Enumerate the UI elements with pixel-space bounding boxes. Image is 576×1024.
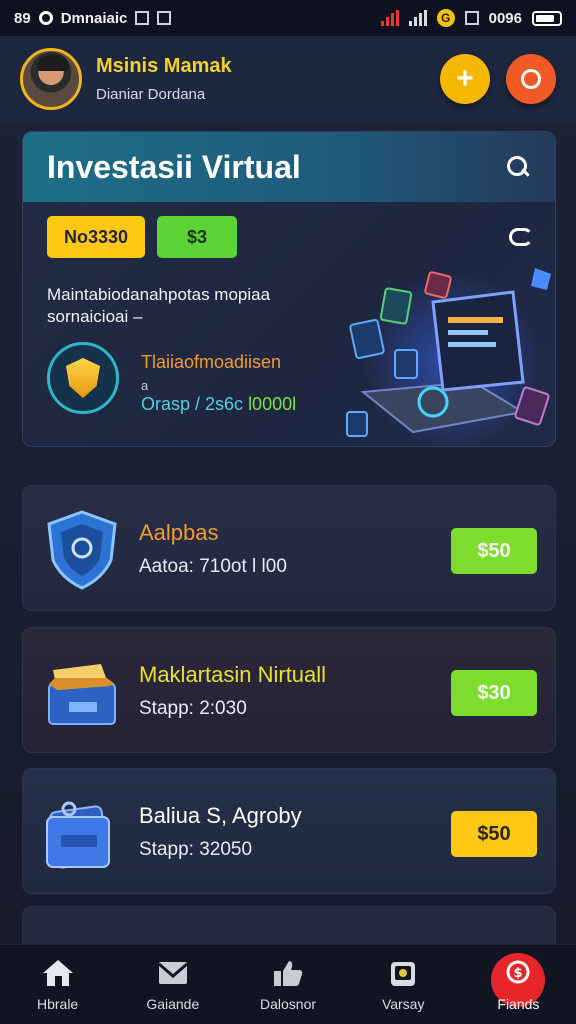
mail-icon [157, 961, 188, 984]
record-button[interactable] [506, 54, 556, 104]
notification-icon [135, 11, 150, 25]
coin-icon: G [436, 9, 455, 27]
wifi-icon [408, 10, 427, 26]
shield-badge-icon [47, 342, 119, 414]
list-item[interactable]: Aalpbas Aatoa: 710ot l l00 $50 [22, 485, 556, 611]
shield-icon [47, 510, 117, 590]
price-button[interactable]: $30 [451, 670, 537, 716]
avatar[interactable] [20, 48, 82, 110]
list-item[interactable]: Maklartasin Nirtuall Stapp: 2:030 $30 [22, 627, 556, 753]
sim-icon [464, 11, 479, 25]
home-icon [42, 959, 73, 986]
badge-line-text: Orasp / 2s6c [141, 394, 244, 414]
box-icon [48, 664, 116, 725]
badge-highlight: l0000l [248, 394, 297, 414]
list-item[interactable]: Baliua S, Agroby Stapp: 32050 $50 [22, 768, 556, 894]
item-meta: Stapp: 2:030 [139, 698, 247, 719]
wallet-icon [391, 961, 416, 986]
nav-item-likes[interactable]: Dalosnor [230, 945, 345, 1024]
user-info: Msinis Mamak Dianiar Dordana [96, 55, 232, 103]
app-header: Msinis Mamak Dianiar Dordana + [0, 36, 576, 122]
hero-header: Investasii Virtual [23, 132, 555, 202]
dollar-icon: $ [506, 960, 530, 983]
nav-label: Gaiande [146, 995, 200, 1012]
signal-icon [380, 10, 399, 26]
hero-description-line2: sornaicioai – [47, 307, 143, 326]
tag-green[interactable]: $3 [157, 216, 237, 258]
add-button[interactable]: + [440, 54, 490, 104]
bottom-nav: Hbrale Gaiande Dalosnor Varsay $ Fiands [0, 944, 576, 1024]
nav-item-home[interactable]: Hbrale [0, 945, 115, 1024]
item-meta: Stapp: 32050 [139, 839, 253, 860]
battery-icon [532, 10, 562, 26]
hero-title: Investasii Virtual [47, 148, 301, 185]
circle-icon [521, 69, 541, 89]
thumbs-up-icon [274, 960, 303, 986]
hero-description-line1: Maintabiodanahpotas mopiaa [47, 285, 271, 304]
badge-subtitle: a [141, 378, 149, 393]
item-title: Baliua S, Agroby [139, 803, 302, 828]
nav-item-wallet[interactable]: Varsay [346, 945, 461, 1024]
item-title: Maklartasin Nirtuall [139, 662, 327, 687]
mail-status-icon [157, 11, 172, 25]
laptop-illustration-icon [346, 268, 551, 446]
tag-yellow[interactable]: No3330 [47, 216, 145, 258]
record-icon [38, 11, 53, 25]
ticket-icon [46, 801, 110, 869]
hero-tags: No3330 $3 [47, 216, 237, 258]
nav-label: Fiands [497, 995, 540, 1012]
nav-item-funds[interactable]: $ Fiands [461, 945, 576, 1024]
badge-line: Orasp / 2s6c l0000l [141, 394, 296, 415]
user-subtitle: Dianiar Dordana [96, 86, 206, 103]
cloud-icon[interactable] [509, 228, 533, 246]
status-clock: 0096 [488, 9, 522, 27]
search-icon[interactable] [505, 154, 531, 180]
hero-description: Maintabiodanahpotas mopiaa sornaicioai – [47, 284, 327, 328]
price-button[interactable]: $50 [451, 811, 537, 857]
nav-item-mail[interactable]: Gaiande [115, 945, 230, 1024]
status-bar: 89 Dmnaiaic G 0096 [0, 0, 576, 36]
item-title: Aalpbas [139, 520, 219, 545]
nav-label: Varsay [381, 995, 425, 1012]
nav-label: Hbrale [36, 995, 79, 1012]
status-carrier: Dmnaiaic [60, 9, 128, 27]
nav-label: Dalosnor [259, 995, 317, 1012]
item-meta: Aatoa: 710ot l l00 [139, 556, 287, 577]
user-name: Msinis Mamak [96, 55, 232, 77]
badge-title: Tlaiiaofmoadiisen [141, 352, 282, 372]
svg-text:$: $ [514, 966, 523, 981]
hero-card[interactable]: Investasii Virtual No3330 $3 Maintabioda… [22, 131, 556, 447]
price-button[interactable]: $50 [451, 528, 537, 574]
status-time: 89 [14, 9, 31, 27]
